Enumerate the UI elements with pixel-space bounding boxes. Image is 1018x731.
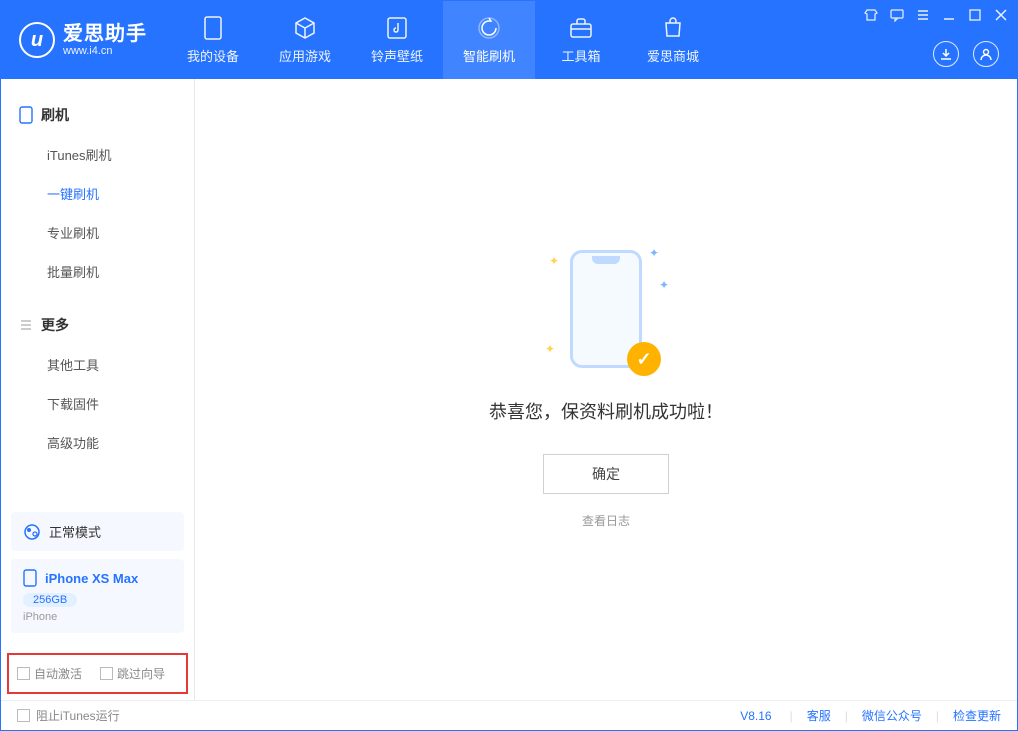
mode-icon [23, 523, 41, 541]
device-small-icon [23, 569, 37, 587]
menu-icon[interactable] [915, 7, 931, 23]
auto-activate-checkbox[interactable]: 自动激活 [17, 665, 82, 682]
sidebar-group-more: 更多 [1, 305, 194, 345]
account-icon[interactable] [973, 41, 999, 67]
user-controls [933, 41, 999, 67]
device-cards: 正常模式 iPhone XS Max 256GB iPhone [1, 512, 194, 649]
sparkle-icon: ✦ [545, 342, 555, 356]
list-icon [19, 318, 33, 332]
status-link-support[interactable]: 客服 [807, 707, 831, 724]
minimize-icon[interactable] [941, 7, 957, 23]
music-icon [385, 16, 409, 40]
app-window: u 爱思助手 www.i4.cn 我的设备 应用游戏 铃声壁纸 智能刷机 [0, 0, 1018, 731]
logo[interactable]: u 爱思助手 www.i4.cn [1, 1, 167, 79]
topbar: u 爱思助手 www.i4.cn 我的设备 应用游戏 铃声壁纸 智能刷机 [1, 1, 1017, 79]
sidebar-group-flash: 刷机 [1, 95, 194, 135]
body: 刷机 iTunes刷机 一键刷机 专业刷机 批量刷机 更多 其他工具 下载固件 … [1, 79, 1017, 700]
device-icon [201, 16, 225, 40]
sidebar: 刷机 iTunes刷机 一键刷机 专业刷机 批量刷机 更多 其他工具 下载固件 … [1, 79, 195, 700]
sparkle-icon: ✦ [549, 254, 559, 268]
nav-toolbox[interactable]: 工具箱 [535, 1, 627, 79]
close-icon[interactable] [993, 7, 1009, 23]
ok-button[interactable]: 确定 [543, 454, 669, 494]
statusbar: 阻止iTunes运行 V8.16 | 客服 | 微信公众号 | 检查更新 [1, 700, 1017, 730]
sidebar-item-itunes-flash[interactable]: iTunes刷机 [1, 135, 194, 174]
top-nav: 我的设备 应用游戏 铃声壁纸 智能刷机 工具箱 爱思商城 [167, 1, 719, 79]
checkbox-icon [100, 667, 113, 680]
status-link-update[interactable]: 检查更新 [953, 707, 1001, 724]
download-icon[interactable] [933, 41, 959, 67]
toolbox-icon [569, 16, 593, 40]
sparkle-icon: ✦ [649, 246, 659, 260]
checkmark-badge-icon: ✓ [627, 342, 661, 376]
sidebar-item-pro-flash[interactable]: 专业刷机 [1, 213, 194, 252]
cube-icon [293, 16, 317, 40]
nav-my-device[interactable]: 我的设备 [167, 1, 259, 79]
app-url: www.i4.cn [63, 45, 147, 57]
nav-shop[interactable]: 爱思商城 [627, 1, 719, 79]
sparkle-icon: ✦ [659, 278, 669, 292]
status-link-wechat[interactable]: 微信公众号 [862, 707, 922, 724]
device-type: iPhone [23, 611, 57, 623]
main-content: ✓ ✦ ✦ ✦ ✦ 恭喜您，保资料刷机成功啦！ 确定 查看日志 [195, 79, 1017, 700]
device-mode-card[interactable]: 正常模式 [11, 512, 184, 551]
device-info-card[interactable]: iPhone XS Max 256GB iPhone [11, 559, 184, 633]
version-label: V8.16 [740, 709, 771, 723]
shop-icon [661, 16, 685, 40]
block-itunes-checkbox[interactable]: 阻止iTunes运行 [17, 707, 120, 724]
success-message: 恭喜您，保资料刷机成功啦！ [489, 398, 723, 424]
maximize-icon[interactable] [967, 7, 983, 23]
feedback-icon[interactable] [889, 7, 905, 23]
phone-icon [19, 106, 33, 124]
sidebar-item-download-firmware[interactable]: 下载固件 [1, 384, 194, 423]
refresh-icon [477, 16, 501, 40]
flash-options-row: 自动激活 跳过向导 [7, 653, 188, 694]
logo-icon: u [19, 22, 55, 58]
nav-smart-flash[interactable]: 智能刷机 [443, 1, 535, 79]
app-name: 爱思助手 [63, 23, 147, 45]
skin-icon[interactable] [863, 7, 879, 23]
device-name: iPhone XS Max [45, 571, 138, 586]
device-mode-label: 正常模式 [49, 522, 101, 541]
sidebar-item-oneclick-flash[interactable]: 一键刷机 [1, 174, 194, 213]
nav-apps-games[interactable]: 应用游戏 [259, 1, 351, 79]
success-illustration: ✓ ✦ ✦ ✦ ✦ [561, 250, 651, 370]
nav-ringtones[interactable]: 铃声壁纸 [351, 1, 443, 79]
skip-guide-checkbox[interactable]: 跳过向导 [100, 665, 165, 682]
checkbox-icon [17, 709, 30, 722]
sidebar-item-other-tools[interactable]: 其他工具 [1, 345, 194, 384]
window-controls [863, 7, 1009, 23]
sidebar-item-batch-flash[interactable]: 批量刷机 [1, 252, 194, 291]
sidebar-item-advanced[interactable]: 高级功能 [1, 423, 194, 462]
checkbox-icon [17, 667, 30, 680]
view-log-link[interactable]: 查看日志 [582, 512, 630, 529]
device-storage-badge: 256GB [23, 593, 77, 607]
